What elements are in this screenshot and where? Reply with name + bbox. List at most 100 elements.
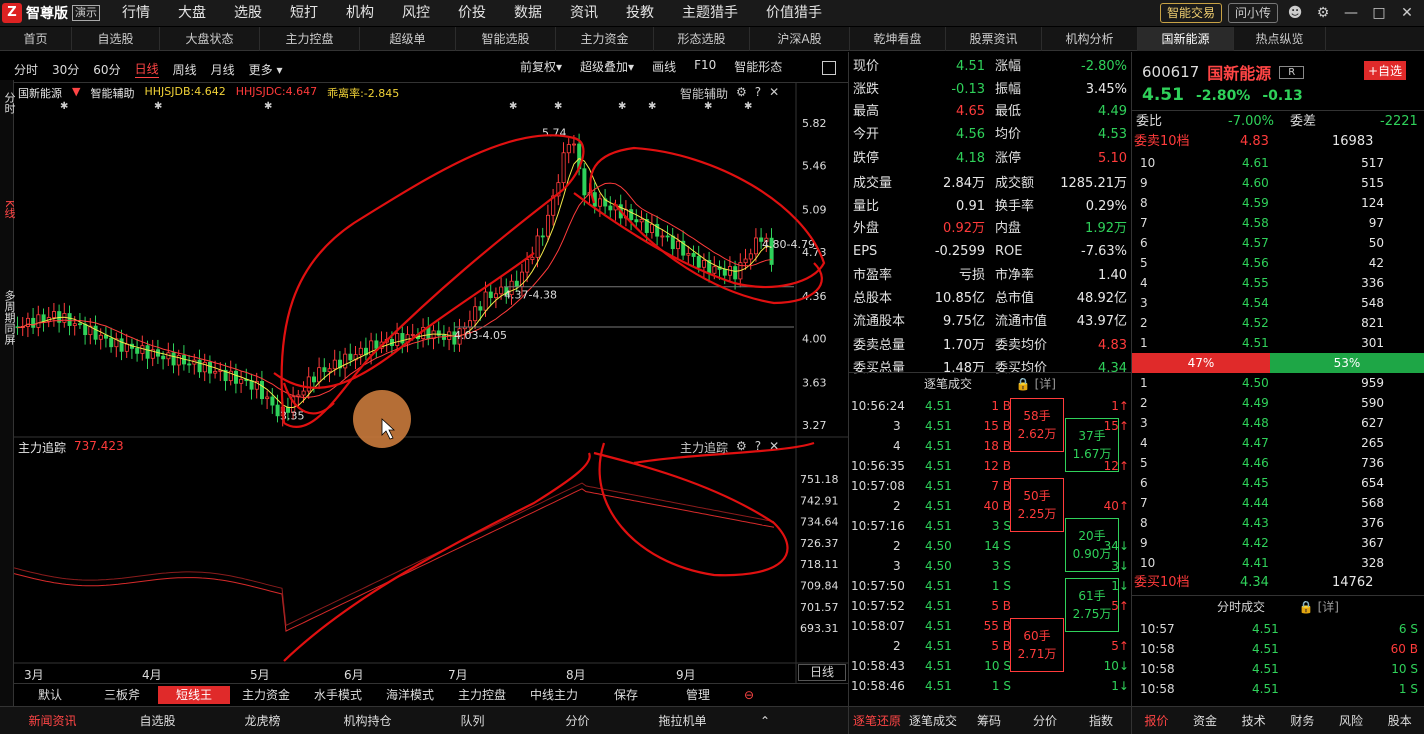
minimize-icon[interactable]: — <box>1340 5 1362 21</box>
book-bottom-tab-4[interactable]: 风险 <box>1327 712 1376 729</box>
bottom-nav-6[interactable]: 拖拉机单 <box>630 712 735 729</box>
ask-button[interactable]: 问小传 <box>1227 3 1278 23</box>
strategy-tab-2[interactable]: 短线王 <box>158 685 230 704</box>
quote-bottom-tab-1[interactable]: 逐笔成交 <box>905 712 961 729</box>
collapse-icon[interactable]: ⊖ <box>734 688 764 702</box>
period-2[interactable]: 60分 <box>93 61 120 78</box>
tab-0[interactable]: 首页 <box>0 27 72 51</box>
add-watchlist-button[interactable]: +自选 <box>1364 61 1407 80</box>
menu-item-6[interactable]: 价投 <box>444 0 500 26</box>
menu-item-9[interactable]: 投教 <box>612 0 668 26</box>
quote-bottom-tab-0[interactable]: 逐笔还原 <box>849 712 905 729</box>
maximize-icon[interactable]: □ <box>1368 5 1390 21</box>
period-5[interactable]: 月线 <box>211 61 235 78</box>
book-bottom-tab-0[interactable]: 报价 <box>1132 712 1181 729</box>
help-icon[interactable]: ? <box>755 439 761 456</box>
menu-item-11[interactable]: 价值猎手 <box>752 0 836 26</box>
trade-vol: 40 B <box>983 499 1011 513</box>
bottom-nav-0[interactable]: 新闻资讯 <box>0 712 105 729</box>
tab-4[interactable]: 超级单 <box>360 27 456 51</box>
tab-11[interactable]: 机构分析 <box>1042 27 1138 51</box>
lock-icon[interactable]: 🔒 <box>1299 600 1314 614</box>
book-bottom-tab-1[interactable]: 资金 <box>1181 712 1230 729</box>
layout-toggle-icon[interactable] <box>822 61 836 75</box>
period-3[interactable]: 日线 <box>134 60 159 78</box>
quote-row: 今开 4.56 均价 4.53 <box>849 124 1131 146</box>
tab-1[interactable]: 自选股 <box>72 27 160 51</box>
period-0[interactable]: 分时 <box>14 61 38 78</box>
menu-item-4[interactable]: 机构 <box>332 0 388 26</box>
tab-10[interactable]: 股票资讯 <box>946 27 1042 51</box>
strategy-tab-0[interactable]: 默认 <box>14 686 86 704</box>
trade-row: 10:57:08 4.51 7 B <box>849 476 1131 496</box>
lock-icon[interactable]: 🔒 <box>1016 377 1031 391</box>
menu-item-8[interactable]: 资讯 <box>556 0 612 26</box>
gear-icon[interactable]: ⚙ <box>736 439 747 456</box>
strategy-tab-1[interactable]: 三板斧 <box>86 686 158 704</box>
dropdown-icon[interactable]: ▼ <box>72 85 80 101</box>
menu-item-10[interactable]: 主题猎手 <box>668 0 752 26</box>
tab-2[interactable]: 大盘状态 <box>160 27 260 51</box>
chart-tool-2[interactable]: 画线 <box>652 58 676 75</box>
candle-body <box>93 325 98 340</box>
bottom-nav-4[interactable]: 队列 <box>420 712 525 729</box>
bottom-nav-3[interactable]: 机构持仓 <box>315 712 420 729</box>
tab-13[interactable]: 热点纵览 <box>1234 27 1326 51</box>
book-bottom-tab-2[interactable]: 技术 <box>1229 712 1278 729</box>
quote-bottom-tab-3[interactable]: 分价 <box>1017 712 1073 729</box>
book-bottom-tab-5[interactable]: 股本 <box>1375 712 1424 729</box>
menu-item-0[interactable]: 行情 <box>108 0 164 26</box>
help-icon[interactable]: ? <box>755 85 761 102</box>
chart-tool-1[interactable]: 超级叠加▾ <box>580 58 634 75</box>
menu-item-3[interactable]: 短打 <box>276 0 332 26</box>
strategy-tab-4[interactable]: 水手模式 <box>302 686 374 704</box>
candle-body <box>634 219 639 223</box>
chart-tool-3[interactable]: F10 <box>694 58 716 75</box>
tab-3[interactable]: 主力控盘 <box>260 27 360 51</box>
period-1[interactable]: 30分 <box>52 61 79 78</box>
strategy-tab-5[interactable]: 海洋模式 <box>374 686 446 704</box>
period-4[interactable]: 周线 <box>173 61 197 78</box>
tab-9[interactable]: 乾坤看盘 <box>850 27 946 51</box>
bottom-nav-5[interactable]: 分价 <box>525 712 630 729</box>
trade-detail-link[interactable]: [详] <box>1035 377 1056 391</box>
user-icon[interactable]: ☻ <box>1284 5 1306 21</box>
trade-time: 10:57:16 <box>851 519 905 533</box>
ticks-detail-link[interactable]: [详] <box>1318 600 1339 614</box>
stock-name: 国新能源 <box>1207 64 1272 83</box>
menu-item-1[interactable]: 大盘 <box>164 0 220 26</box>
strategy-tab-6[interactable]: 主力控盘 <box>446 686 518 704</box>
expand-icon[interactable]: ⌃ <box>735 714 795 728</box>
bottom-nav-1[interactable]: 自选股 <box>105 712 210 729</box>
gear-icon[interactable]: ⚙ <box>736 85 747 102</box>
menu-item-7[interactable]: 数据 <box>500 0 556 26</box>
bottom-nav-2[interactable]: 龙虎榜 <box>210 712 315 729</box>
kline-chart[interactable]: 5.825.465.094.734.364.003.633.27751.1874… <box>13 83 848 683</box>
close-icon[interactable]: ✕ <box>769 85 779 102</box>
period-6[interactable]: 更多 ▾ <box>249 61 283 78</box>
period-label[interactable]: 日线 <box>798 664 846 681</box>
strategy-tab-9[interactable]: 管理 <box>662 686 734 704</box>
tab-5[interactable]: 智能选股 <box>456 27 556 51</box>
strategy-tab-3[interactable]: 主力资金 <box>230 686 302 704</box>
quote-bottom-tab-4[interactable]: 指数 <box>1073 712 1129 729</box>
strategy-tab-8[interactable]: 保存 <box>590 686 662 704</box>
close-icon[interactable]: ✕ <box>1396 5 1418 21</box>
close-icon[interactable]: ✕ <box>769 439 779 456</box>
trade-row: 10:58:46 4.51 1 S 1↓ <box>849 676 1131 696</box>
chart-tool-0[interactable]: 前复权▾ <box>520 58 562 75</box>
strategy-tab-7[interactable]: 中线主力 <box>518 686 590 704</box>
smart-trade-button[interactable]: 智能交易 <box>1159 3 1222 23</box>
menu-item-2[interactable]: 选股 <box>220 0 276 26</box>
tab-6[interactable]: 主力资金 <box>556 27 654 51</box>
book-bottom-tab-3[interactable]: 财务 <box>1278 712 1327 729</box>
tab-8[interactable]: 沪深A股 <box>750 27 850 51</box>
settings-icon[interactable]: ⚙ <box>1312 5 1334 21</box>
chart-tool-4[interactable]: 智能形态 <box>734 58 782 75</box>
tab-7[interactable]: 形态选股 <box>654 27 750 51</box>
tab-12[interactable]: 国新能源 <box>1138 27 1234 51</box>
chart-legend: 国新能源 ▼ 智能辅助 HHJSJDB:4.642 HHJSJDC:4.647 … <box>18 85 399 101</box>
quote-value: 亏损 <box>958 268 985 284</box>
quote-bottom-tab-2[interactable]: 筹码 <box>961 712 1017 729</box>
menu-item-5[interactable]: 风控 <box>388 0 444 26</box>
